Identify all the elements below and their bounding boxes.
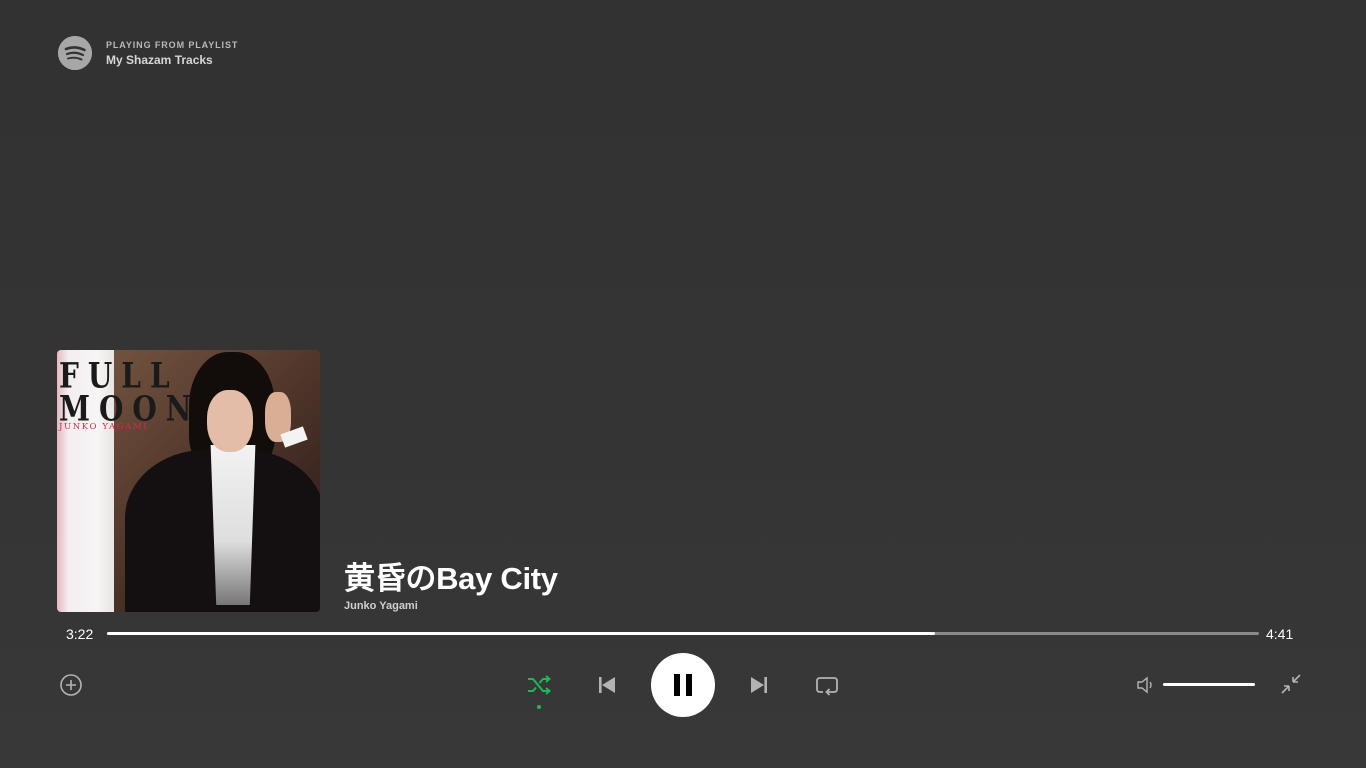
context-label: PLAYING FROM PLAYLIST xyxy=(106,39,239,50)
track-artist[interactable]: Junko Yagami xyxy=(344,600,418,612)
progress-bar[interactable] xyxy=(107,632,1259,635)
volume-fill xyxy=(1163,683,1255,686)
now-playing-view: PLAYING FROM PLAYLIST My Shazam Tracks F… xyxy=(0,0,1366,768)
skip-previous-icon xyxy=(599,677,615,693)
spotify-logo-icon xyxy=(58,36,92,70)
repeat-icon xyxy=(816,677,838,696)
exit-fullscreen-button[interactable] xyxy=(1279,672,1303,696)
shuffle-button[interactable] xyxy=(524,672,554,698)
album-cover: FULL MOON JUNKO YAGAMI xyxy=(57,350,320,612)
previous-button[interactable] xyxy=(594,672,620,698)
repeat-button[interactable] xyxy=(813,672,841,698)
track-title[interactable]: 黄昏のBay City xyxy=(344,553,558,598)
shuffle-icon xyxy=(528,675,552,695)
next-button[interactable] xyxy=(746,672,772,698)
cover-figure-face xyxy=(207,390,253,452)
exit-fullscreen-icon xyxy=(1281,674,1301,694)
playing-context[interactable]: PLAYING FROM PLAYLIST My Shazam Tracks xyxy=(58,36,238,70)
progress-fill xyxy=(107,632,936,635)
cover-artist-text: JUNKO YAGAMI xyxy=(59,422,149,432)
total-time: 4:41 xyxy=(1266,626,1294,642)
add-circle-icon xyxy=(60,674,82,696)
shuffle-active-indicator xyxy=(537,705,541,709)
pause-button[interactable] xyxy=(651,653,715,717)
skip-next-icon xyxy=(751,677,767,693)
pause-icon xyxy=(674,674,692,696)
volume-icon xyxy=(1137,676,1152,694)
playlist-name[interactable]: My Shazam Tracks xyxy=(106,53,238,67)
volume-button[interactable] xyxy=(1136,675,1156,695)
add-to-library-button[interactable] xyxy=(58,672,84,698)
volume-slider[interactable] xyxy=(1163,683,1255,686)
current-time: 3:22 xyxy=(66,626,94,642)
